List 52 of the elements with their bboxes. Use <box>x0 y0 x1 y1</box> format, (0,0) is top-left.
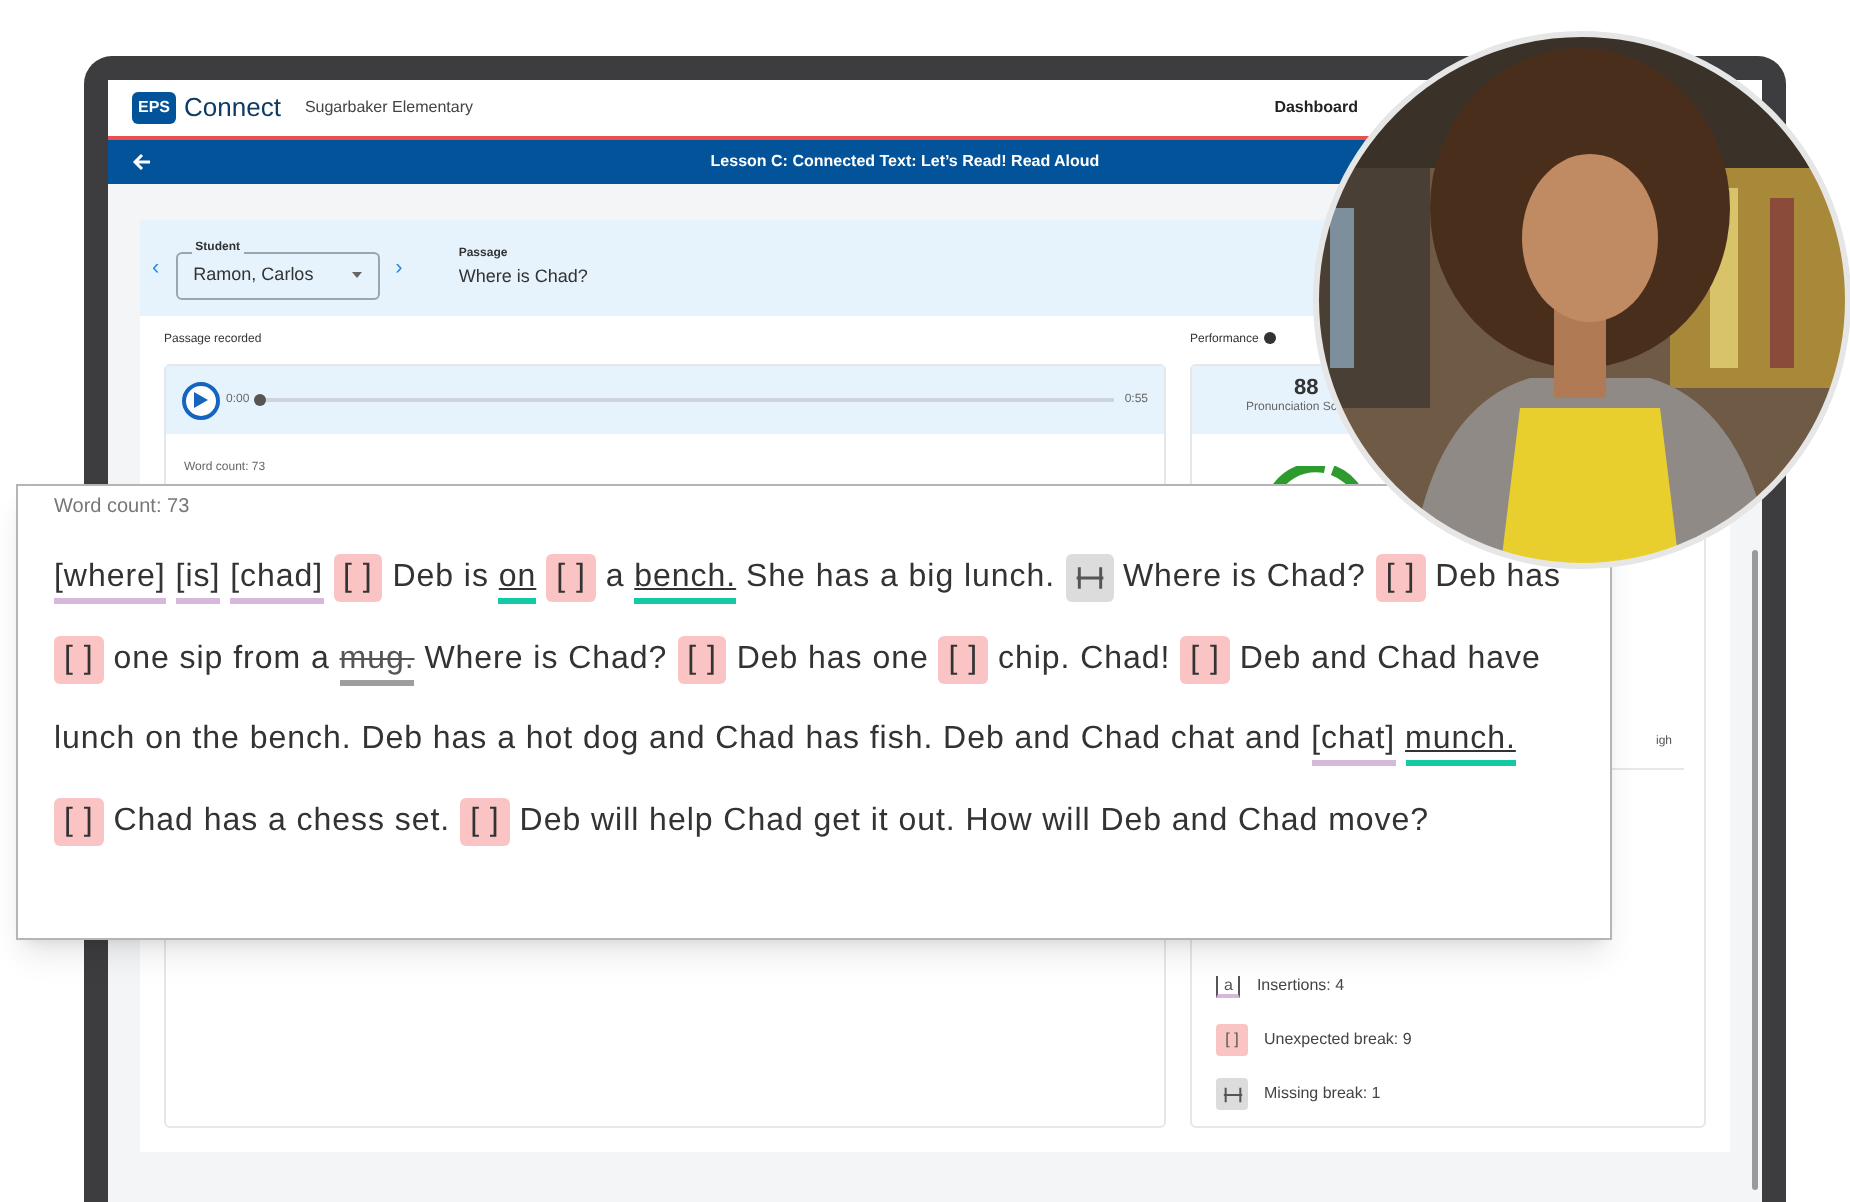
caret-icon <box>351 272 362 278</box>
flagged-word: bench. <box>634 560 737 604</box>
inserted-word: [chad] <box>230 560 324 604</box>
unexpected-break-mark: [ ] <box>54 635 104 683</box>
passage-text: She has a big lunch. <box>746 560 1056 594</box>
passage-text: Deb is <box>392 560 489 594</box>
legend-label: Missing break: 1 <box>1264 1082 1381 1106</box>
unexpected-break-mark: [ ] <box>1180 635 1230 683</box>
passage-title: Where is Chad? <box>458 263 588 290</box>
unexpected-break-mark: [ ] <box>333 554 383 602</box>
help-icon[interactable] <box>1264 332 1277 344</box>
omitted-word: mug. <box>339 641 415 685</box>
insertion-sample: a <box>1216 975 1241 997</box>
passage-text: Where is Chad? <box>1122 560 1366 594</box>
play-icon <box>194 392 208 408</box>
passage-text: Deb has one <box>736 641 929 675</box>
passage-text: lunch on the bench. Deb has a hot dog and Chad has fish. Deb and Chad chat and <box>54 722 1302 756</box>
unexpected-break-mark: [ ] <box>460 797 510 845</box>
passage-text: a <box>605 560 625 594</box>
passage-text: chip. Chad! <box>997 641 1171 675</box>
app-name: Connect <box>184 90 281 127</box>
legend-label: Unexpected break: 9 <box>1264 1028 1412 1052</box>
inserted-word: [where] <box>54 560 166 604</box>
passage-text: Deb will help Chad get it out. How will Deb and Chad move? <box>519 803 1430 837</box>
break-sample: [ ] <box>1216 1024 1248 1056</box>
passage-text: Deb and Chad have <box>1239 641 1541 675</box>
unexpected-break-mark: [ ] <box>1375 554 1426 602</box>
missing-break-icon <box>1216 1078 1248 1110</box>
word-count: Word count: 73 <box>54 494 192 522</box>
passage-text: Deb has <box>1435 560 1562 594</box>
passage-text: one sip from a <box>113 641 330 675</box>
unexpected-break-mark: [ ] <box>677 635 727 683</box>
score-value: 88 <box>1294 376 1319 400</box>
inserted-word: [chat] <box>1311 722 1396 766</box>
inserted-word: [is] <box>175 560 221 604</box>
unexpected-break-mark: [ ] <box>546 554 596 602</box>
flagged-word: on <box>498 560 537 604</box>
flagged-word: munch. <box>1405 722 1516 766</box>
back-arrow-icon[interactable] <box>132 152 152 172</box>
logo-badge: EPS <box>132 92 177 124</box>
play-button[interactable] <box>182 381 220 419</box>
nav-link[interactable]: Dashboard <box>1274 96 1358 120</box>
passage-text: Where is Chad? <box>424 641 668 675</box>
lesson-title: Lesson C: Connected Text: Let’s Read! Read Aloud <box>708 150 1102 174</box>
unexpected-break-mark: [ ] <box>54 797 104 845</box>
scrollbar-thumb[interactable] <box>1752 550 1758 1190</box>
passage-text: Chad has a chess set. <box>113 803 451 837</box>
school-name: Sugarbaker Elementary <box>304 96 473 120</box>
audio-thumb[interactable] <box>253 394 266 406</box>
missing-break-icon <box>1065 553 1114 602</box>
unexpected-break-mark: [ ] <box>938 635 989 683</box>
legend-label: Insertions: 4 <box>1256 974 1345 998</box>
